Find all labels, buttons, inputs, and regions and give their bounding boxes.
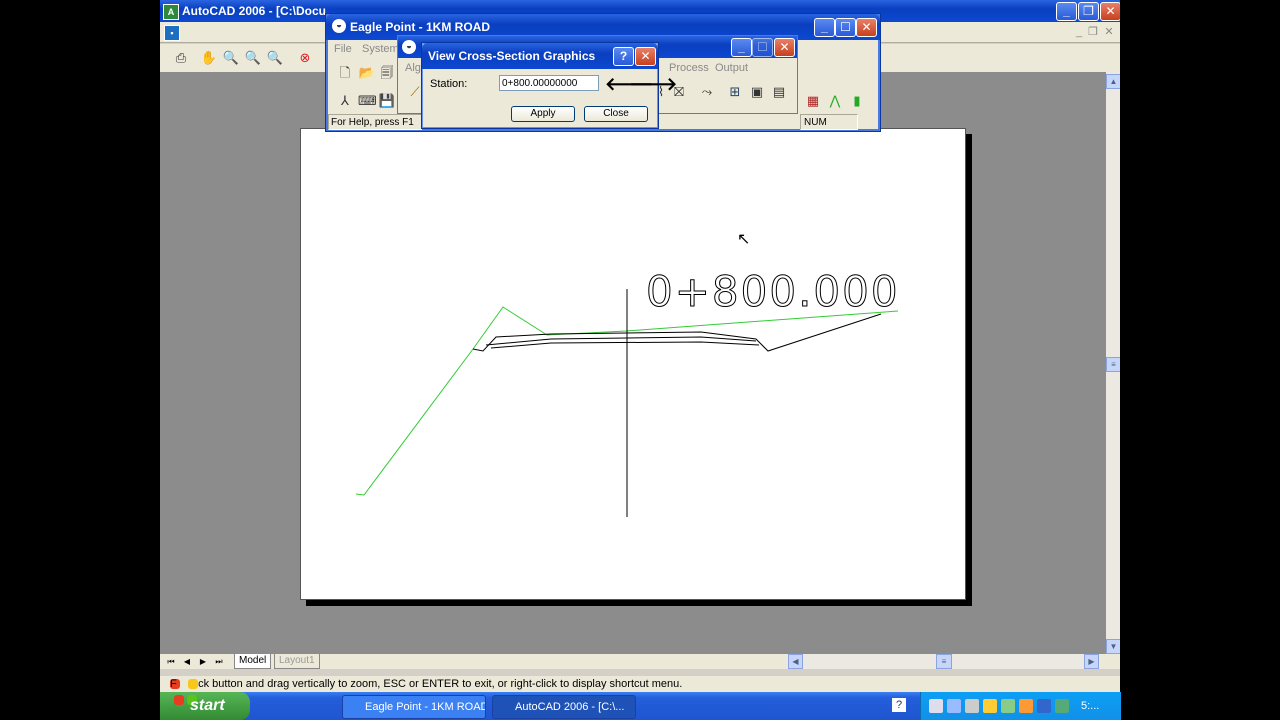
- chart-icon[interactable]: ▮: [848, 92, 866, 110]
- scroll-up-icon[interactable]: ▲: [1106, 74, 1120, 89]
- scroll-down-icon[interactable]: ▼: [1106, 639, 1120, 654]
- zoom-window-icon[interactable]: 🔍: [244, 49, 262, 67]
- stop-icon[interactable]: ⊗: [296, 49, 314, 67]
- mouse-cursor-icon: ↖: [737, 231, 751, 248]
- command-prompt: F ck button and drag vertically to zoom,…: [170, 678, 683, 690]
- survey-icon[interactable]: ⅄: [336, 92, 354, 110]
- scroll-right-icon[interactable]: ▶: [1084, 654, 1099, 669]
- help-status: For Help, press F1: [328, 114, 422, 130]
- restore-button[interactable]: ❐: [1078, 2, 1099, 21]
- view-cross-section-dialog: View Cross-Section Graphics ? ✕ Station:…: [421, 42, 677, 129]
- design-template-layer2: [490, 341, 760, 349]
- start-button[interactable]: start: [160, 692, 250, 720]
- pan-realtime-icon[interactable]: ✋: [200, 49, 218, 67]
- runner-icon[interactable]: ⤳: [698, 83, 716, 101]
- cross-section-drawing: 0+800.000: [355, 267, 900, 517]
- dialog-close-button[interactable]: ✕: [635, 47, 656, 66]
- task-autocad[interactable]: AutoCAD 2006 - [C:\...: [492, 695, 636, 719]
- first-tab-icon[interactable]: ⏮: [164, 655, 178, 668]
- drawing-area[interactable]: 0+800.000 ↖: [160, 72, 1106, 654]
- close-button[interactable]: ✕: [1100, 2, 1120, 21]
- eagle-minimize-button[interactable]: _: [814, 18, 835, 37]
- report-icon[interactable]: ▤: [770, 83, 788, 101]
- scroll-left-icon[interactable]: ◀: [788, 654, 803, 669]
- clock: 5:...: [1081, 700, 1100, 712]
- help-icon[interactable]: ?: [892, 698, 906, 712]
- h-scroll-thumb[interactable]: ≡: [936, 654, 952, 669]
- vertical-scrollbar[interactable]: ▲ ≡ ▼: [1106, 72, 1120, 654]
- menu-alignment[interactable]: Alg: [405, 62, 421, 74]
- windows-flag-icon: [174, 695, 184, 705]
- profile-icon[interactable]: ⋀: [826, 92, 844, 110]
- close-button[interactable]: Close: [584, 106, 648, 122]
- scroll-thumb[interactable]: ≡: [1106, 357, 1120, 372]
- menu-file[interactable]: File: [334, 40, 352, 58]
- display-icon[interactable]: [947, 699, 961, 713]
- apply-button[interactable]: Apply: [511, 106, 575, 122]
- last-tab-icon[interactable]: ⏭: [212, 655, 226, 668]
- horizontal-scrollbar[interactable]: ◀ ≡ ▶: [786, 654, 1100, 669]
- grid-icon[interactable]: ⊞: [726, 83, 744, 101]
- prev-tab-icon[interactable]: ◀: [180, 655, 194, 668]
- media-icon[interactable]: [965, 699, 979, 713]
- num-indicator: NUM: [800, 114, 858, 130]
- dialog-title-bar[interactable]: View Cross-Section Graphics ? ✕: [422, 43, 658, 69]
- warning-icon[interactable]: [983, 699, 997, 713]
- station-input[interactable]: [499, 75, 599, 91]
- keyboard-icon[interactable]: ⌨: [358, 92, 377, 110]
- autocad-app-icon[interactable]: A: [163, 4, 179, 20]
- autocad-title: AutoCAD 2006 - [C:\Docu...: [182, 4, 337, 18]
- design-template-layer1: [485, 336, 757, 346]
- tab-layout1[interactable]: Layout1: [274, 654, 320, 669]
- station-label-text: 0+800.000: [646, 267, 900, 316]
- eagle-maximize-button[interactable]: ☐: [835, 18, 856, 37]
- road-icon[interactable]: ▦: [804, 92, 822, 110]
- zoom-realtime-icon[interactable]: 🔍: [222, 49, 240, 67]
- menu-output[interactable]: Output: [715, 62, 748, 74]
- eagle-close-button[interactable]: ✕: [856, 18, 877, 37]
- start-label: start: [190, 697, 225, 714]
- station-label: Station:: [430, 78, 468, 90]
- network-icon[interactable]: [929, 699, 943, 713]
- print-icon[interactable]: ⎙: [172, 49, 190, 67]
- taskbar: start Eagle Point - 1KM ROAD AutoCAD 200…: [160, 692, 1121, 720]
- security-icon[interactable]: [1001, 699, 1015, 713]
- task-eagle-point[interactable]: Eagle Point - 1KM ROAD: [342, 695, 486, 719]
- open-icon[interactable]: 📂: [358, 64, 376, 82]
- doc-restore-icon[interactable]: ❐: [1086, 26, 1100, 38]
- doc-minimize-icon[interactable]: _: [1072, 26, 1086, 38]
- menu-system[interactable]: System: [362, 40, 399, 58]
- roadcalc-minimize-button[interactable]: _: [731, 38, 752, 57]
- new-icon[interactable]: 🗋: [336, 64, 354, 82]
- tab-model[interactable]: Model: [234, 654, 272, 669]
- update-icon[interactable]: [1019, 699, 1033, 713]
- graphics-icon[interactable]: ▣: [748, 83, 766, 101]
- doc-close-icon[interactable]: ✕: [1102, 26, 1116, 38]
- roadcalc-close-button[interactable]: ✕: [774, 38, 795, 57]
- paper-sheet[interactable]: 0+800.000 ↖: [300, 128, 966, 600]
- design-template-top: [472, 313, 882, 352]
- antivirus-icon[interactable]: [1055, 699, 1069, 713]
- volume-icon[interactable]: [1037, 699, 1051, 713]
- next-station-icon[interactable]: 🡒: [629, 74, 677, 94]
- dialog-title: View Cross-Section Graphics: [428, 49, 596, 63]
- help-button[interactable]: ?: [613, 47, 634, 66]
- document-icon[interactable]: ▪: [164, 25, 180, 41]
- project-icon[interactable]: 🗐: [378, 64, 396, 82]
- command-status-line: F ck button and drag vertically to zoom,…: [160, 676, 1120, 692]
- previous-station-icon[interactable]: 🡐: [605, 74, 653, 94]
- eagle-logo-icon[interactable]: ◒: [332, 19, 346, 33]
- menu-process[interactable]: Process: [669, 62, 709, 74]
- roadcalc-logo-icon[interactable]: ◒: [402, 40, 416, 54]
- minimize-button[interactable]: _: [1056, 2, 1077, 21]
- system-tray: 5:...: [920, 692, 1121, 720]
- save-icon[interactable]: 💾: [378, 92, 396, 110]
- zoom-previous-icon[interactable]: 🔍: [266, 49, 284, 67]
- roadcalc-maximize-button[interactable]: ☐: [752, 38, 773, 57]
- next-tab-icon[interactable]: ▶: [196, 655, 210, 668]
